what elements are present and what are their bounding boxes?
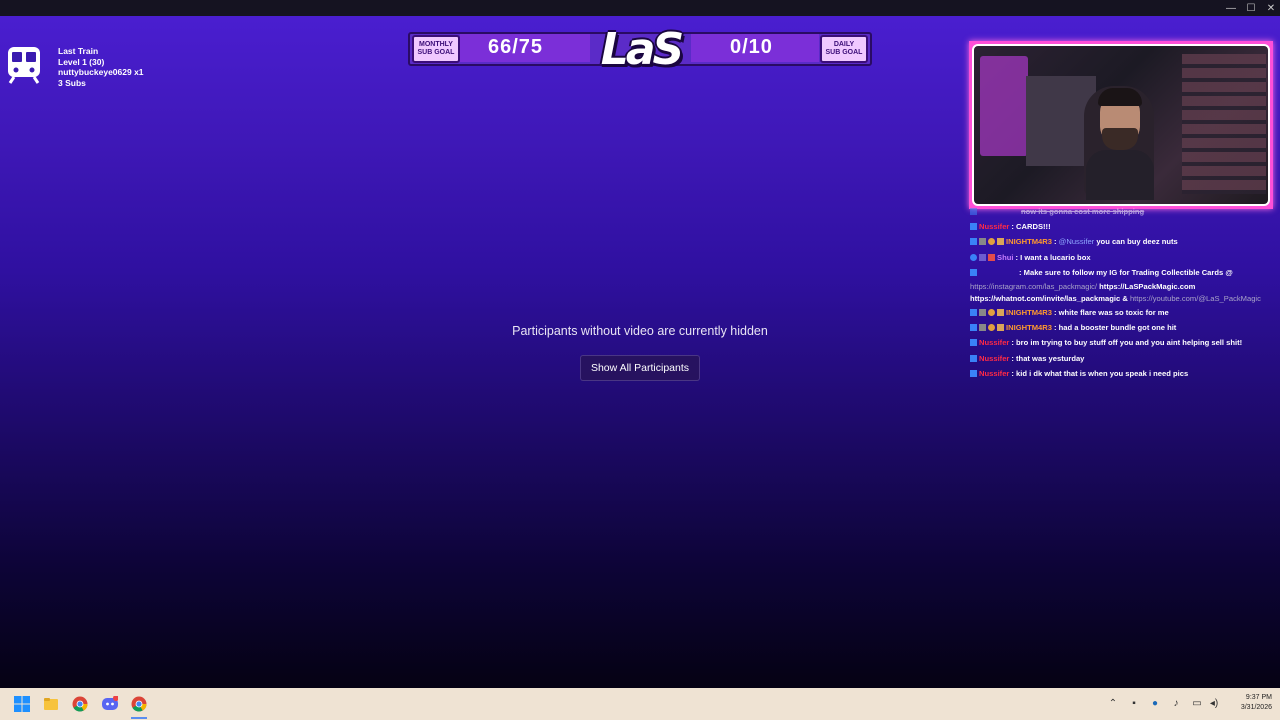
platform-icon: [970, 238, 977, 246]
maximize-button[interactable]: ☐: [1242, 0, 1260, 16]
chat-text: I want a lucario box: [1020, 252, 1091, 262]
clock-time: 9:37 PM: [1245, 694, 1272, 701]
show-all-participants-button[interactable]: Show All Participants: [580, 355, 700, 381]
wifi-icon[interactable]: ▪: [1128, 698, 1140, 710]
system-clock[interactable]: 9:37 PM 3/31/2026: [1228, 693, 1272, 713]
platform-icon: [970, 253, 977, 261]
chat-mention: @Nussifer: [1058, 237, 1095, 247]
badge-icon: [988, 238, 995, 246]
monthly-sub-goal-badge: MONTHLY SUB GOAL: [412, 35, 460, 63]
platform-icon: [970, 354, 977, 362]
chat-link[interactable]: https://instagram.com/las_packmagic/: [970, 280, 1097, 293]
daily-goal-value: 0/10: [730, 36, 773, 58]
chat-username: Nussifer: [979, 353, 1010, 363]
platform-icon: [970, 369, 977, 377]
sub-goal-bar: MONTHLY SUB GOAL 66/75 LaS 0/10 DAILY SU…: [408, 24, 872, 75]
chat-username: INIGHTM4R3: [1006, 307, 1052, 317]
chat-text: you can buy deez nuts: [1096, 237, 1178, 247]
discord-icon[interactable]: [102, 696, 118, 712]
microphone-icon[interactable]: ♪: [1170, 698, 1182, 710]
chat-message: : Make sure to follow my IG for Trading …: [970, 265, 1280, 280]
badge-icon: [988, 253, 995, 261]
chat-username: Shui: [997, 252, 1014, 262]
clock-date: 3/31/2026: [1240, 704, 1272, 711]
platform-icon: [970, 223, 977, 231]
monthly-goal-value: 66/75: [488, 36, 544, 58]
chrome-icon[interactable]: [72, 696, 88, 712]
close-button[interactable]: ✕: [1262, 0, 1280, 16]
platform-icon: [970, 309, 977, 317]
las-logo: LaS: [600, 24, 684, 75]
chat-message: INIGHTM4R3 : white flare was so toxic fo…: [970, 305, 1280, 320]
chat-link[interactable]: https://whatnot.com/invite/las_packmagic…: [970, 292, 1128, 305]
train-contributor: nuttybuckeye0629 x1: [58, 67, 144, 77]
call-stage: Last Train Level 1 (30) nuttybuckeye0629…: [0, 16, 1280, 688]
taskbar: ⌃ ▪ ● ♪ ▭ ◂) 9:37 PM 3/31/2026: [0, 688, 1280, 720]
badge-icon: [988, 309, 995, 317]
chat-username: INIGHTM4R3: [1006, 237, 1052, 247]
hype-train-widget: Last Train Level 1 (30) nuttybuckeye0629…: [4, 44, 144, 88]
chat-text: Make sure to follow my IG for Trading Co…: [1023, 267, 1233, 277]
chat-text: white flare was so toxic for me: [1058, 307, 1169, 317]
train-icon: [8, 47, 40, 84]
webcam-feed: [969, 41, 1273, 209]
platform-icon: [970, 339, 977, 347]
windows-start-icon[interactable]: [14, 696, 30, 712]
chat-message: Shui : I want a lucario box: [970, 250, 1280, 265]
chrome-icon[interactable]: [131, 696, 147, 712]
badge-icon: [979, 238, 986, 246]
daily-sub-goal-badge: DAILY SUB GOAL: [820, 35, 868, 63]
chevron-up-icon[interactable]: ⌃: [1107, 698, 1119, 710]
platform-icon: [970, 268, 977, 276]
chat-text: CARDS!!!: [1016, 222, 1051, 232]
chat-text: now its gonna cost more shipping: [1021, 207, 1145, 216]
chat-message: Nussifer : CARDS!!!: [970, 219, 1280, 234]
chat-message-continued: https://instagram.com/las_packmagic/ htt…: [970, 280, 1280, 293]
file-explorer-icon[interactable]: [43, 696, 59, 712]
window-titlebar: — ☐ ✕: [0, 0, 1280, 16]
train-title: Last Train: [58, 46, 99, 56]
chat-username: Nussifer: [979, 222, 1010, 232]
chat-message: INIGHTM4R3 : @Nussifer you can buy deez …: [970, 234, 1280, 249]
chat-overlay: now its gonna cost more shipping Nussife…: [970, 204, 1280, 381]
chat-message-continued: https://whatnot.com/invite/las_packmagic…: [970, 292, 1280, 305]
chat-link[interactable]: https://LaSPackMagic.com: [1099, 280, 1195, 293]
train-level: Level 1 (30): [58, 56, 105, 67]
train-subs: 3 Subs: [58, 77, 86, 88]
chat-text: kid i dk what that is when you speak i n…: [1016, 368, 1189, 378]
chat-username: Nussifer: [979, 368, 1010, 378]
display-icon[interactable]: ▭: [1191, 698, 1203, 710]
chat-message: Nussifer : kid i dk what that is when yo…: [970, 366, 1280, 381]
hidden-participants-message: Participants without video are currently…: [512, 324, 768, 338]
minimize-button[interactable]: —: [1222, 0, 1240, 16]
steam-icon[interactable]: ●: [1149, 698, 1161, 710]
badge-icon: [979, 309, 986, 317]
chat-text: that was yesturday: [1016, 353, 1085, 363]
chat-message: Nussifer : that was yesturday: [970, 351, 1280, 366]
platform-icon: [970, 208, 977, 216]
badge-icon: [997, 309, 1004, 317]
badge-icon: [979, 253, 986, 261]
chat-message: now its gonna cost more shipping: [970, 204, 1280, 219]
chat-link[interactable]: https://youtube.com/@LaS_PackMagic: [1130, 292, 1261, 305]
speaker-icon[interactable]: ◂): [1208, 698, 1220, 710]
badge-icon: [997, 238, 1004, 246]
